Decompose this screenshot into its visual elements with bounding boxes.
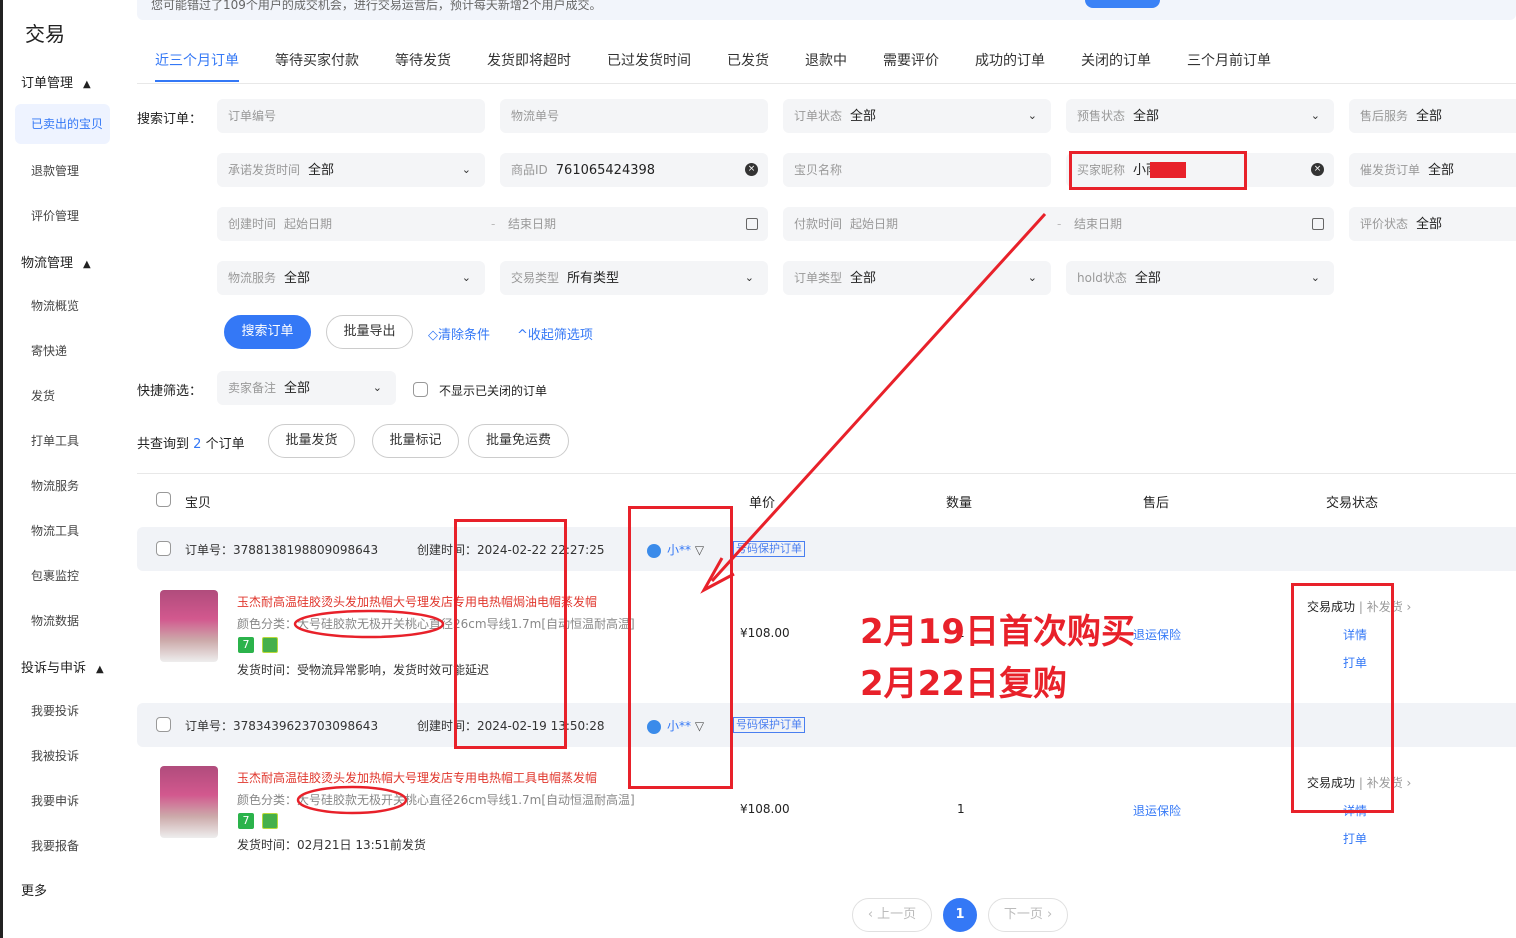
annotation-repurchase: 2月22日复购 (860, 664, 1067, 704)
annotation-first-purchase: 2月19日首次购买 (860, 612, 1135, 652)
annotation-circle-sku-2 (296, 785, 408, 815)
prev-page-button[interactable]: ‹ 上一页 (852, 898, 932, 932)
annotation-circle-sku-1 (293, 609, 445, 639)
page-1-button[interactable]: 1 (943, 898, 977, 932)
annotation-arrow (710, 212, 1047, 583)
next-page-button[interactable]: 下一页 › (988, 898, 1068, 932)
annotation-overlay (293, 212, 1047, 815)
